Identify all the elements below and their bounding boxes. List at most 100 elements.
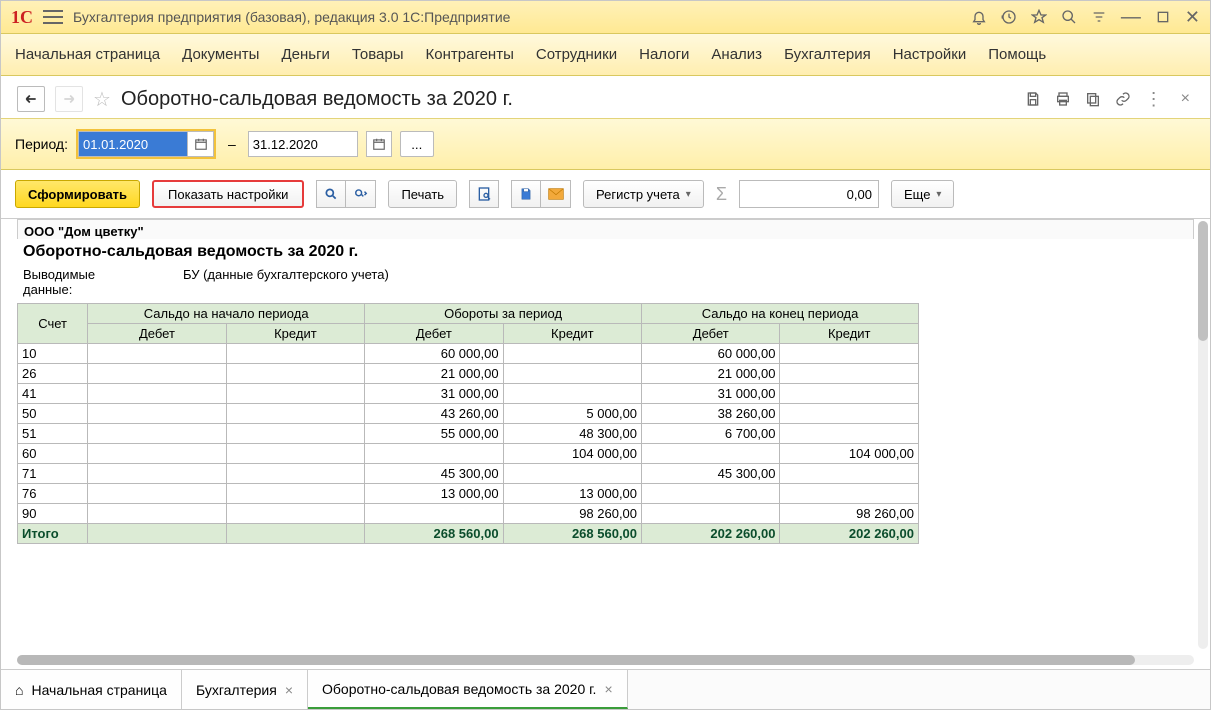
menu-taxes[interactable]: Налоги bbox=[639, 46, 689, 63]
close-button[interactable]: ✕ bbox=[1185, 7, 1200, 28]
table-row[interactable]: 4131 000,0031 000,00 bbox=[18, 384, 919, 404]
table-row[interactable]: 9098 260,0098 260,00 bbox=[18, 504, 919, 524]
print-icon[interactable] bbox=[1055, 91, 1071, 107]
output-label: Выводимые данные: bbox=[23, 267, 143, 297]
output-value: БУ (данные бухгалтерского учета) bbox=[183, 267, 389, 297]
table-total-row: Итого268 560,00268 560,00202 260,00202 2… bbox=[18, 524, 919, 544]
register-button[interactable]: Регистр учета▾ bbox=[583, 180, 704, 208]
report-scroll[interactable]: ООО "Дом цветку" Оборотно-сальдовая ведо… bbox=[1, 219, 1210, 669]
title-icons: — ✕ bbox=[971, 6, 1200, 29]
table-row[interactable]: 5155 000,0048 300,006 700,00 bbox=[18, 424, 919, 444]
menu-money[interactable]: Деньги bbox=[281, 46, 329, 63]
org-name: ООО "Дом цветку" bbox=[17, 219, 1194, 239]
tab-home-label: Начальная страница bbox=[31, 682, 166, 698]
find-next-button[interactable] bbox=[346, 180, 376, 208]
print-button[interactable]: Печать bbox=[388, 180, 457, 208]
th-open-credit: Кредит bbox=[226, 324, 364, 344]
menu-settings[interactable]: Настройки bbox=[893, 46, 967, 63]
hamburger-icon[interactable] bbox=[43, 10, 63, 24]
home-icon: ⌂ bbox=[15, 682, 23, 698]
bell-icon[interactable] bbox=[971, 9, 987, 25]
period-bar: Период: – ... bbox=[1, 118, 1210, 170]
output-info: Выводимые данные: БУ (данные бухгалтерск… bbox=[17, 265, 1194, 303]
search-icon[interactable] bbox=[1061, 9, 1077, 25]
tab-close-icon[interactable]: × bbox=[285, 682, 293, 698]
email-button[interactable] bbox=[541, 180, 571, 208]
menu-start[interactable]: Начальная страница bbox=[15, 46, 160, 63]
export-group bbox=[511, 180, 571, 208]
th-open-debit: Дебет bbox=[88, 324, 226, 344]
report-table: Счет Сальдо на начало периода Обороты за… bbox=[17, 303, 919, 544]
tab-home[interactable]: ⌂ Начальная страница bbox=[1, 670, 182, 709]
th-close-debit: Дебет bbox=[642, 324, 780, 344]
tab-report-label: Оборотно-сальдовая ведомость за 2020 г. bbox=[322, 681, 596, 697]
nav-back-button[interactable] bbox=[17, 86, 45, 112]
report-area: ООО "Дом цветку" Оборотно-сальдовая ведо… bbox=[1, 219, 1210, 669]
report-title: Оборотно-сальдовая ведомость за 2020 г. bbox=[17, 239, 1194, 265]
menu-employees[interactable]: Сотрудники bbox=[536, 46, 617, 63]
date-from-group bbox=[76, 129, 216, 159]
table-row[interactable]: 60104 000,00104 000,00 bbox=[18, 444, 919, 464]
main-menu: Начальная страница Документы Деньги Това… bbox=[1, 34, 1210, 76]
menu-documents[interactable]: Документы bbox=[182, 46, 259, 63]
page-header: ☆ Оборотно-сальдовая ведомость за 2020 г… bbox=[1, 76, 1210, 118]
more-button[interactable]: Еще▾ bbox=[891, 180, 954, 208]
window-title: Бухгалтерия предприятия (базовая), редак… bbox=[73, 9, 510, 25]
filter-icon[interactable] bbox=[1091, 9, 1107, 25]
close-page-button[interactable]: × bbox=[1177, 90, 1194, 108]
search-group bbox=[316, 180, 376, 208]
menu-accounting[interactable]: Бухгалтерия bbox=[784, 46, 871, 63]
page-title: Оборотно-сальдовая ведомость за 2020 г. bbox=[121, 88, 513, 111]
vertical-scrollbar[interactable] bbox=[1198, 221, 1208, 649]
date-from-input[interactable] bbox=[78, 131, 188, 157]
menu-help[interactable]: Помощь bbox=[988, 46, 1046, 63]
table-row[interactable]: 5043 260,005 000,0038 260,00 bbox=[18, 404, 919, 424]
copy-icon[interactable] bbox=[1085, 91, 1101, 107]
table-row[interactable]: 2621 000,0021 000,00 bbox=[18, 364, 919, 384]
th-turn-debit: Дебет bbox=[365, 324, 503, 344]
find-button[interactable] bbox=[316, 180, 346, 208]
th-closing: Сальдо на конец периода bbox=[642, 304, 919, 324]
window-tabs: ⌂ Начальная страница Бухгалтерия × Оборо… bbox=[1, 669, 1210, 709]
date-to-input[interactable] bbox=[248, 131, 358, 157]
nav-forward-button[interactable] bbox=[55, 86, 83, 112]
horizontal-scrollbar[interactable] bbox=[17, 655, 1194, 665]
th-account: Счет bbox=[18, 304, 88, 344]
menu-goods[interactable]: Товары bbox=[352, 46, 404, 63]
link-icon[interactable] bbox=[1115, 91, 1131, 107]
table-row[interactable]: 7145 300,0045 300,00 bbox=[18, 464, 919, 484]
tab-close-icon[interactable]: × bbox=[604, 681, 612, 697]
action-bar: Сформировать Показать настройки Печать Р… bbox=[1, 170, 1210, 219]
save-disk-button[interactable] bbox=[511, 180, 541, 208]
history-icon[interactable] bbox=[1001, 9, 1017, 25]
table-row[interactable]: 1060 000,0060 000,00 bbox=[18, 344, 919, 364]
save-file-icon[interactable] bbox=[1025, 91, 1041, 107]
tab-accounting-label: Бухгалтерия bbox=[196, 682, 277, 698]
sum-icon[interactable]: Σ bbox=[716, 184, 727, 205]
calendar-from-button[interactable] bbox=[188, 131, 214, 157]
app-logo: 1C bbox=[11, 7, 33, 28]
period-dash: – bbox=[224, 136, 240, 152]
th-opening: Сальдо на начало периода bbox=[88, 304, 365, 324]
th-close-credit: Кредит bbox=[780, 324, 919, 344]
tab-accounting[interactable]: Бухгалтерия × bbox=[182, 670, 308, 709]
menu-analysis[interactable]: Анализ bbox=[711, 46, 762, 63]
maximize-button[interactable] bbox=[1155, 9, 1171, 25]
minimize-button[interactable]: — bbox=[1121, 6, 1141, 29]
more-vertical-icon[interactable]: ⋮ bbox=[1145, 89, 1163, 110]
th-turnover: Обороты за период bbox=[365, 304, 642, 324]
menu-counterparties[interactable]: Контрагенты bbox=[426, 46, 514, 63]
table-row[interactable]: 7613 000,0013 000,00 bbox=[18, 484, 919, 504]
generate-button[interactable]: Сформировать bbox=[15, 180, 140, 208]
preview-button[interactable] bbox=[469, 180, 499, 208]
period-label: Период: bbox=[15, 136, 68, 152]
favorite-star-icon[interactable]: ☆ bbox=[93, 87, 111, 112]
page-actions: ⋮ × bbox=[1025, 89, 1194, 110]
tab-report[interactable]: Оборотно-сальдовая ведомость за 2020 г. … bbox=[308, 670, 628, 709]
star-icon[interactable] bbox=[1031, 9, 1047, 25]
th-turn-credit: Кредит bbox=[503, 324, 641, 344]
period-select-button[interactable]: ... bbox=[400, 131, 434, 157]
show-settings-button[interactable]: Показать настройки bbox=[152, 180, 304, 208]
calendar-to-button[interactable] bbox=[366, 131, 392, 157]
sum-value-input[interactable] bbox=[739, 180, 879, 208]
